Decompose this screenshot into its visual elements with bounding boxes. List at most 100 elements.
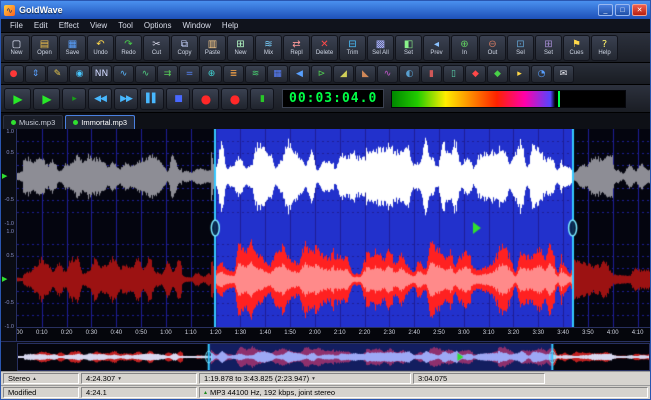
close-button[interactable]: ✕ xyxy=(632,4,647,16)
paste-button[interactable]: ▥ Paste xyxy=(199,34,226,61)
trim-button[interactable]: ⊟ Trim xyxy=(339,34,366,61)
filter-effect-button[interactable]: ∿ xyxy=(135,64,156,83)
menu-tool[interactable]: Tool xyxy=(113,20,138,31)
stop-button[interactable]: ■ xyxy=(166,87,190,110)
help-button[interactable]: ? Help xyxy=(591,34,618,61)
tab-immortal-mp3[interactable]: Immortal.mp3 xyxy=(65,115,136,129)
play-effect-effect-button[interactable]: ▸ xyxy=(509,64,530,83)
level-meter xyxy=(391,89,627,108)
zoom-in-button[interactable]: ⊕ In xyxy=(451,34,478,61)
reverb-icon: ≋ xyxy=(251,68,260,79)
save-button[interactable]: ▦ Save xyxy=(59,34,86,61)
replace-button[interactable]: ⇄ Repl xyxy=(283,34,310,61)
stereo-pan-icon: ◐ xyxy=(405,68,414,79)
channel-marker-ch1[interactable]: ▶ xyxy=(2,276,7,284)
spin-arrow-icon: ▾ xyxy=(118,375,121,382)
flanger-effect-button[interactable]: ∿ xyxy=(113,64,134,83)
cue-point-effect-button[interactable]: ◆ xyxy=(465,64,486,83)
properties-icon: ● xyxy=(9,68,18,79)
match-volume-effect-button[interactable]: ▯ xyxy=(443,64,464,83)
selection-range[interactable]: 1:19.878 to 3:43.825 (2:23.947) ▾ xyxy=(199,373,411,384)
time-warp-icon: ⊳ xyxy=(317,68,326,79)
zoom-selection-button[interactable]: ⊡ Sel xyxy=(507,34,534,61)
menu-window[interactable]: Window xyxy=(177,20,215,31)
delete-button[interactable]: ✕ Delete xyxy=(311,34,338,61)
save-label: Save xyxy=(65,49,80,56)
open-button[interactable]: ▤ Open xyxy=(31,34,58,61)
properties-effect-button[interactable]: ● xyxy=(3,64,24,83)
new-button[interactable]: ▢ New xyxy=(3,34,30,61)
dynamics-effect-button[interactable]: ✎ xyxy=(47,64,68,83)
noise-reduction-icon: NN xyxy=(94,68,109,79)
marker-position[interactable]: 3:04.075 xyxy=(413,373,545,384)
select-all-icon: ▩ xyxy=(375,38,386,50)
copy-label: Copy xyxy=(177,49,192,56)
volume-effect-button[interactable]: ◢ xyxy=(333,64,354,83)
menu-options[interactable]: Options xyxy=(139,20,177,31)
play-button[interactable]: ▶ xyxy=(4,87,31,110)
echo-effect-button[interactable]: ◉ xyxy=(69,64,90,83)
playback-rate-effect-button[interactable]: ≣ xyxy=(223,64,244,83)
menu-file[interactable]: File xyxy=(5,20,28,31)
delete-icon: ✕ xyxy=(320,38,329,50)
copy-button[interactable]: ⧉ Copy xyxy=(171,34,198,61)
timer-effect-button[interactable]: ◔ xyxy=(531,64,552,83)
mix-button[interactable]: ≋ Mix xyxy=(255,34,282,61)
overview-waveform[interactable] xyxy=(17,342,650,371)
play-selection-button[interactable]: ▶ xyxy=(33,87,60,110)
monitor-button[interactable]: ▮ xyxy=(250,87,274,110)
undo-button[interactable]: ↶ Undo xyxy=(87,34,114,61)
reverb-effect-button[interactable]: ≋ xyxy=(245,64,266,83)
comment-effect-button[interactable]: ✉ xyxy=(553,64,574,83)
play-fast-button[interactable]: ▸ xyxy=(62,87,86,110)
help-label: Help xyxy=(598,49,611,56)
channel-mode[interactable]: Stereo ▴ xyxy=(3,373,79,384)
offset-effect-button[interactable]: = xyxy=(179,64,200,83)
cues-button[interactable]: ⚑ Cues xyxy=(563,34,590,61)
shape-volume-effect-button[interactable]: ∿ xyxy=(377,64,398,83)
transport-controls: ▶ ▶ ▸ ◀◀ ▶▶ ▌▌ ■ ● ● ▮ xyxy=(4,87,274,110)
menu-view[interactable]: View xyxy=(85,20,112,31)
cut-button[interactable]: ✂ Cut xyxy=(143,34,170,61)
fade-out-effect-button[interactable]: ◣ xyxy=(355,64,376,83)
pause-button[interactable]: ▌▌ xyxy=(140,87,164,110)
channel-marker-ch0[interactable]: ▶ xyxy=(2,173,7,181)
paste-new-button[interactable]: ⊞ New xyxy=(227,34,254,61)
resample-effect-button[interactable]: ▦ xyxy=(267,64,288,83)
total-length[interactable]: 4:24.307 ▾ xyxy=(81,373,197,384)
set-button[interactable]: ◧ Set xyxy=(395,34,422,61)
redo-button[interactable]: ↷ Redo xyxy=(115,34,142,61)
menu-help[interactable]: Help xyxy=(217,20,243,31)
time-tick: 2:20 xyxy=(358,330,371,336)
minimize-button[interactable]: _ xyxy=(598,4,613,16)
time-tick: 3:00 xyxy=(457,330,470,336)
mechanize-effect-button[interactable]: ⇉ xyxy=(157,64,178,83)
new-icon: ▢ xyxy=(11,38,22,50)
zoom-out-button[interactable]: ⊖ Out xyxy=(479,34,506,61)
marker-effect-button[interactable]: ◆ xyxy=(487,64,508,83)
titlebar: ∿ GoldWave _ □ ✕ xyxy=(1,1,650,19)
tab-music-mp3[interactable]: Music.mp3 xyxy=(3,115,64,129)
select-all-button[interactable]: ▩ Sel All xyxy=(367,34,394,61)
reverse-effect-button[interactable]: ◀ xyxy=(289,64,310,83)
rewind-button[interactable]: ◀◀ xyxy=(88,87,112,110)
menu-effect[interactable]: Effect xyxy=(54,20,84,31)
waveform-canvas[interactable] xyxy=(17,129,650,327)
menu-edit[interactable]: Edit xyxy=(29,20,53,31)
doppler-effect-button[interactable]: ⇕ xyxy=(25,64,46,83)
prev-button[interactable]: ◂ Prev xyxy=(423,34,450,61)
max-volume-effect-button[interactable]: ▮ xyxy=(421,64,442,83)
offset-icon: = xyxy=(185,68,194,79)
zoom-set-button[interactable]: ⊞ Set xyxy=(535,34,562,61)
record-selection-button[interactable]: ● xyxy=(221,87,248,110)
play-fast-icon: ▸ xyxy=(72,93,76,104)
noise-reduction-effect-button[interactable]: NN xyxy=(91,64,112,83)
stereo-pan-effect-button[interactable]: ◐ xyxy=(399,64,420,83)
record-button[interactable]: ● xyxy=(192,87,219,110)
maximize-button[interactable]: □ xyxy=(615,4,630,16)
time-warp-effect-button[interactable]: ⊳ xyxy=(311,64,332,83)
new-label: New xyxy=(10,49,23,56)
fast-forward-button[interactable]: ▶▶ xyxy=(114,87,138,110)
pitch-effect-button[interactable]: ⊕ xyxy=(201,64,222,83)
play-selection-icon: ▶ xyxy=(42,91,51,106)
